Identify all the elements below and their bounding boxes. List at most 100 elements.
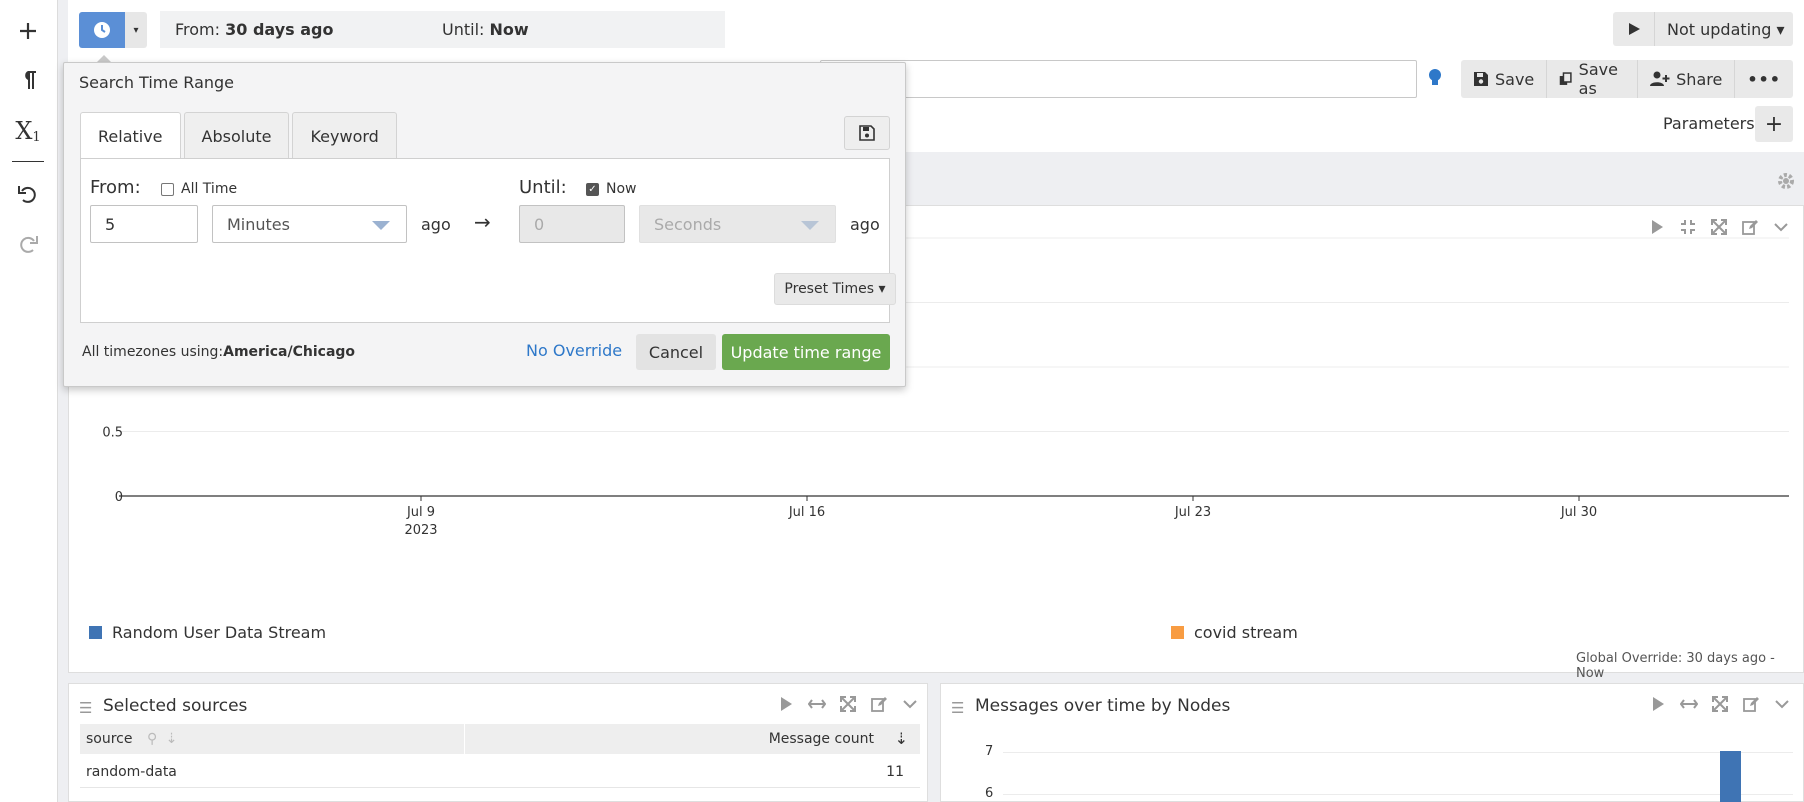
- time-range-summary[interactable]: From: 30 days ago Until: Now: [160, 11, 725, 48]
- until-unit-select[interactable]: Seconds: [639, 205, 836, 243]
- sort-icon[interactable]: ⇣: [166, 731, 178, 747]
- search-time-range-popover: Search Time Range Relative Absolute Keyw…: [63, 62, 906, 387]
- legend-swatch: [1171, 626, 1184, 639]
- chevron-down-icon[interactable]: [1772, 694, 1792, 714]
- bar[interactable]: [1720, 751, 1741, 802]
- column-header-message-count[interactable]: Message count: [769, 731, 874, 747]
- row-source: random-data: [86, 764, 177, 780]
- time-range-dropdown-button[interactable]: ▾: [125, 12, 147, 48]
- time-range-button[interactable]: [79, 12, 125, 48]
- time-range-tabs: Relative Absolute Keyword: [80, 112, 400, 160]
- refresh-control[interactable]: Not updating ▾: [1613, 12, 1793, 46]
- save-as-button[interactable]: Save as: [1547, 60, 1639, 98]
- x-tick-label: Jul 16: [788, 505, 825, 520]
- x-tick-label: Jul 23: [1174, 505, 1211, 520]
- table-row[interactable]: random-data 11: [80, 756, 920, 788]
- save-button[interactable]: Save: [1461, 60, 1548, 98]
- table-header: source ⚲ ⇣ Message count ⇣: [80, 724, 920, 754]
- now-checkbox[interactable]: ✓ Now: [586, 181, 637, 197]
- pin-icon[interactable]: ⚲: [147, 731, 157, 747]
- ellipsis-icon: •••: [1747, 69, 1781, 89]
- edit-icon[interactable]: [869, 694, 889, 714]
- from-field-label: From:: [90, 177, 141, 198]
- drag-handle-icon[interactable]: ☰: [79, 699, 92, 717]
- lightbulb-icon[interactable]: [1428, 68, 1446, 92]
- ago-label: ago: [850, 215, 880, 234]
- from-label: From:: [175, 20, 226, 39]
- horizontal-arrows-icon[interactable]: [807, 694, 827, 714]
- horizontal-arrows-icon[interactable]: [1679, 694, 1699, 714]
- checkbox-box[interactable]: [161, 182, 174, 196]
- chevron-down-icon[interactable]: [900, 694, 920, 714]
- share-button[interactable]: Share: [1638, 60, 1736, 98]
- clock-icon: [94, 22, 110, 38]
- search-query-input[interactable]: [820, 60, 1417, 98]
- save-preset-button[interactable]: [844, 116, 890, 150]
- play-icon[interactable]: [776, 694, 796, 714]
- save-label: Save: [1495, 69, 1535, 89]
- plus-icon: +: [1764, 111, 1784, 137]
- add-parameter-button[interactable]: +: [1755, 106, 1793, 142]
- row-count: 11: [886, 764, 904, 780]
- paragraph-icon[interactable]: [8, 62, 48, 98]
- y-tick-label: 6: [985, 786, 994, 801]
- gridline: [1003, 794, 1793, 795]
- until-amount-input[interactable]: 0: [519, 205, 625, 243]
- sort-desc-icon[interactable]: ⇣: [895, 729, 908, 748]
- no-override-link[interactable]: No Override: [526, 341, 622, 360]
- gear-icon[interactable]: [1776, 171, 1796, 196]
- expand-icon[interactable]: [838, 694, 858, 714]
- all-time-label: All Time: [181, 181, 238, 197]
- column-header-source[interactable]: source ⚲ ⇣: [86, 731, 177, 747]
- y-tick-label: 7: [985, 744, 994, 759]
- dropdown-arrow-icon: [801, 221, 819, 230]
- all-time-checkbox[interactable]: All Time: [161, 181, 237, 197]
- edit-icon[interactable]: [1741, 694, 1761, 714]
- widget-toolbar: [776, 694, 920, 714]
- checkbox-box[interactable]: ✓: [586, 182, 599, 196]
- widget-title: Messages over time by Nodes: [975, 696, 1231, 716]
- rail-divider: [12, 161, 44, 162]
- floppy-icon: [859, 125, 875, 141]
- parameters-label: Parameters: [1663, 114, 1755, 133]
- tab-keyword[interactable]: Keyword: [292, 112, 397, 159]
- undo-icon[interactable]: [8, 176, 48, 212]
- legend-swatch: [89, 626, 102, 639]
- add-icon[interactable]: [8, 13, 48, 49]
- tab-absolute[interactable]: Absolute: [183, 112, 290, 159]
- user-plus-icon: [1650, 71, 1670, 86]
- timezone-note: All timezones using:America/Chicago: [82, 344, 356, 360]
- from-unit-value: Minutes: [227, 215, 290, 234]
- from-unit-select[interactable]: Minutes: [212, 205, 407, 243]
- global-override-note: Global Override: 30 days ago - Now: [1576, 651, 1775, 681]
- legend-label: covid stream: [1194, 623, 1298, 642]
- legend-item-random-user[interactable]: Random User Data Stream: [89, 623, 326, 642]
- play-icon[interactable]: [1648, 694, 1668, 714]
- play-icon[interactable]: [1613, 12, 1655, 46]
- legend-label: Random User Data Stream: [112, 623, 327, 642]
- update-time-range-button[interactable]: Update time range: [722, 334, 890, 370]
- x-tick-label: Jul 9: [406, 505, 435, 520]
- preset-times-button[interactable]: Preset Times ▾: [774, 273, 896, 305]
- arrow-right-icon: →: [474, 210, 491, 234]
- more-options-button[interactable]: •••: [1735, 60, 1793, 98]
- save-as-label: Save as: [1578, 60, 1618, 98]
- from-value: 30 days ago: [225, 20, 334, 39]
- selected-sources-widget: ☰ Selected sources source ⚲ ⇣ Message co…: [68, 683, 928, 802]
- dropdown-arrow-icon: [372, 221, 390, 230]
- until-field-label: Until:: [519, 177, 567, 198]
- not-updating-label[interactable]: Not updating ▾: [1667, 20, 1785, 39]
- tab-relative[interactable]: Relative: [80, 112, 181, 160]
- x-tick-label: Jul 30: [1560, 505, 1597, 520]
- drag-handle-icon[interactable]: ☰: [951, 699, 964, 717]
- redo-icon[interactable]: [8, 226, 48, 262]
- widget-title: Selected sources: [103, 696, 248, 716]
- copy-icon: [1560, 72, 1572, 85]
- legend-item-covid-stream[interactable]: covid stream: [1171, 623, 1298, 642]
- column-divider: [464, 724, 465, 754]
- subscript-icon[interactable]: X1: [8, 113, 48, 149]
- expand-icon[interactable]: [1710, 694, 1730, 714]
- y-tick-label: 0.5: [102, 426, 123, 441]
- cancel-button[interactable]: Cancel: [636, 334, 716, 370]
- from-amount-input[interactable]: 5: [90, 205, 198, 243]
